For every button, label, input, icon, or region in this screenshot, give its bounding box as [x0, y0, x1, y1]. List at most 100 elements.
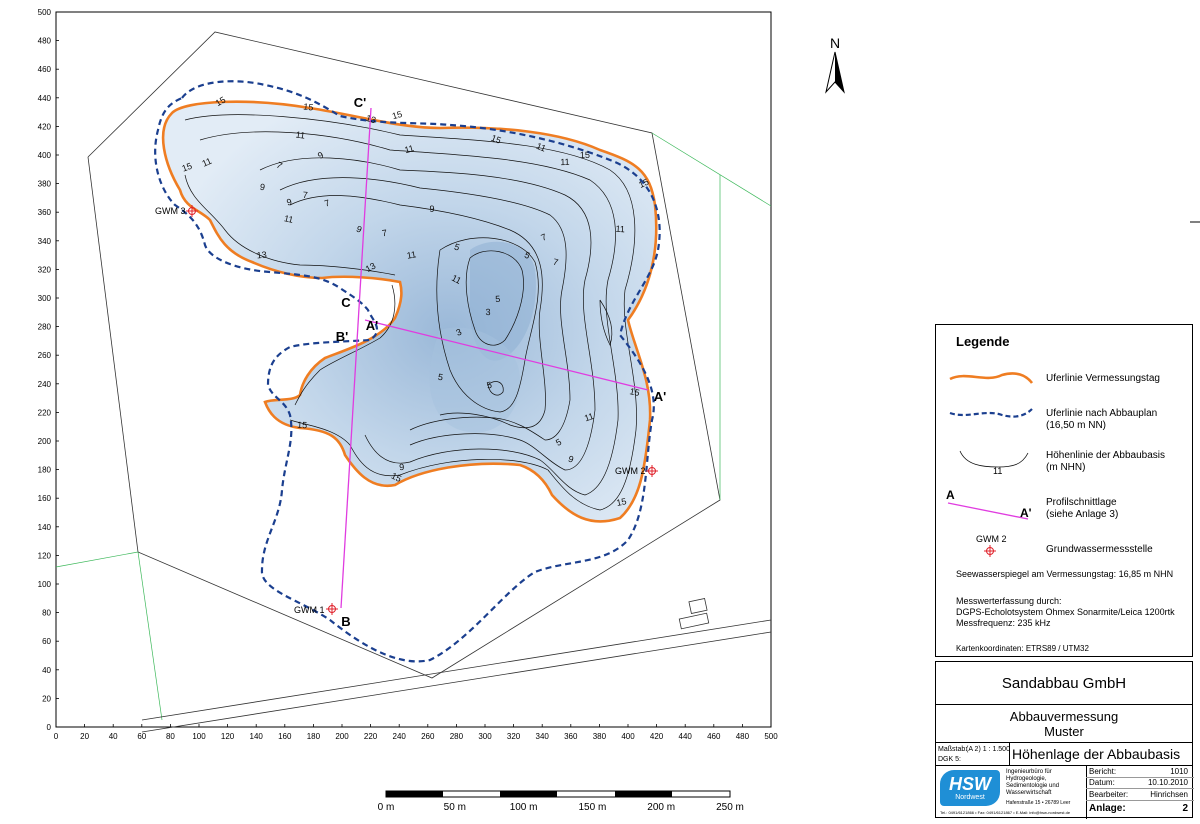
legend-item-3: Höhenlinie der Abbaubasis — [1046, 450, 1165, 461]
y-tick-label: 420 — [38, 122, 52, 131]
x-tick-label: 360 — [564, 732, 578, 741]
bearbeiter-value: Hinrichsen — [1150, 790, 1188, 799]
shoreline-survey — [161, 100, 658, 523]
section-label: B — [341, 614, 350, 629]
contour-label: 15 — [391, 109, 403, 121]
contour-label: 15 — [303, 101, 314, 112]
x-tick-label: 20 — [80, 732, 89, 741]
anlage-value: 2 — [1182, 803, 1188, 814]
x-tick-label: 200 — [335, 732, 349, 741]
legend-sample-contour: 11 — [993, 466, 1003, 476]
x-tick-label: 140 — [250, 732, 264, 741]
datum-label: Datum: — [1089, 778, 1115, 787]
x-tick-label: 380 — [593, 732, 607, 741]
project-line2: Muster — [1044, 724, 1084, 739]
contour-label: 15 — [616, 496, 628, 508]
contour-label: 15 — [580, 150, 590, 160]
company-name: Sandabbau GmbH — [1001, 675, 1127, 692]
x-tick-label: 300 — [478, 732, 492, 741]
x-tick-label: 160 — [278, 732, 292, 741]
y-tick-label: 20 — [42, 694, 51, 703]
bericht-label: Bericht: — [1089, 767, 1117, 776]
y-tick-label: 100 — [38, 580, 52, 589]
legend-section-icon — [947, 502, 1029, 520]
scale-tick-label: 200 m — [647, 802, 675, 813]
contour-label: 15 — [297, 420, 308, 431]
y-tick-label: 440 — [38, 94, 52, 103]
contour-label: 11 — [406, 249, 417, 260]
y-tick-label: 140 — [38, 523, 52, 532]
x-tick-label: 0 — [54, 732, 59, 741]
x-tick-label: 260 — [421, 732, 435, 741]
contour-label: 3 — [485, 307, 490, 317]
legend-water-level: Seewasserspiegel am Vermessungstag: 16,8… — [956, 569, 1174, 579]
legend-measure-freq: Messfrequenz: 235 kHz — [956, 618, 1051, 628]
bearbeiter-label: Bearbeiter: — [1089, 790, 1129, 799]
x-tick-label: 120 — [221, 732, 235, 741]
plan-title: Höhenlage der Abbaubasis — [1012, 746, 1181, 762]
scale-tick-label: 250 m — [716, 802, 744, 813]
legend-item-2: Uferlinie nach Abbauplan — [1046, 408, 1158, 419]
y-tick-label: 80 — [42, 609, 51, 618]
scale-value: (A 2) 1 : 1.500 — [966, 746, 1010, 753]
legend: Legende 11 A A' GWM 2 Uferlinie Vermessu… — [935, 324, 1193, 657]
x-tick-label: 60 — [137, 732, 146, 741]
title-block-plan: Maßstab: (A 2) 1 : 1.500 DGK 5: Höhenlag… — [935, 742, 1193, 766]
x-tick-label: 460 — [707, 732, 721, 741]
north-label: N — [830, 35, 840, 51]
legend-item-4: Profilschnittlage — [1046, 497, 1117, 508]
legend-item-3-sub: (m NHN) — [1046, 462, 1086, 473]
x-tick-label: 320 — [507, 732, 521, 741]
y-tick-label: 220 — [38, 408, 52, 417]
contour-label: 13 — [256, 250, 267, 261]
x-tick-label: 220 — [364, 732, 378, 741]
office-description: Ingenieurbüro für Hydrogeologie, Sedimen… — [1006, 769, 1060, 796]
legend-shoreline-plan-icon — [949, 408, 1033, 418]
legend-item-2-sub: (16,50 m NN) — [1046, 420, 1107, 431]
y-tick-label: 300 — [38, 294, 52, 303]
legend-item-1: Uferlinie Vermessungstag — [1046, 373, 1160, 384]
legend-item-5: Grundwassermessstelle — [1046, 544, 1153, 555]
contour-label: 11 — [560, 157, 570, 167]
scale-label: Maßstab: — [938, 746, 968, 753]
y-tick-label: 260 — [38, 351, 52, 360]
section-label: B' — [336, 329, 348, 344]
hsw-logo: HSW Nordwest — [940, 770, 1000, 806]
contour-label: 5 — [495, 294, 501, 304]
section-label: C' — [354, 95, 366, 110]
legend-coords: Kartenkoordinaten: ETRS89 / UTM32 — [956, 644, 1089, 653]
section-label: A' — [654, 389, 666, 404]
y-tick-label: 180 — [38, 466, 52, 475]
well-gwm1-icon — [326, 603, 338, 615]
x-tick-label: 400 — [621, 732, 635, 741]
scale-labels: 0 m 50 m 100 m 150 m 200 m 250 m — [378, 802, 744, 813]
contour-label: 7 — [302, 190, 308, 200]
project-line1: Abbauvermessung — [1009, 709, 1119, 724]
office-address: Hafenstraße 15 • 26789 Leer — [1006, 800, 1071, 806]
well-label: GWM 3 — [155, 206, 186, 216]
x-tick-label: 480 — [736, 732, 750, 741]
contour-label: 11 — [615, 224, 625, 235]
dgk-label: DGK 5: — [938, 756, 961, 763]
x-tick-label: 240 — [393, 732, 407, 741]
y-tick-label: 240 — [38, 380, 52, 389]
legend-shoreline-survey-icon — [949, 372, 1034, 384]
contour-label: 9 — [429, 204, 434, 214]
well-label: GWM 1 — [294, 605, 325, 615]
bericht-value: 1010 — [1170, 767, 1188, 776]
x-tick-label: 40 — [109, 732, 118, 741]
x-tick-label: 280 — [450, 732, 464, 741]
x-tick-label: 80 — [166, 732, 175, 741]
title-block-project: Abbauvermessung Muster — [935, 704, 1193, 743]
legend-sample-a: A — [946, 488, 955, 502]
x-tick-label: 100 — [192, 732, 206, 741]
y-tick-label: 480 — [38, 37, 52, 46]
y-tick-label: 400 — [38, 151, 52, 160]
contour-label: 11 — [295, 129, 306, 140]
y-tick-label: 120 — [38, 551, 52, 560]
y-tick-label: 280 — [38, 323, 52, 332]
scale-bar — [385, 790, 731, 798]
y-tick-label: 340 — [38, 237, 52, 246]
road — [141, 597, 772, 733]
logo-text: HSW — [949, 774, 991, 794]
